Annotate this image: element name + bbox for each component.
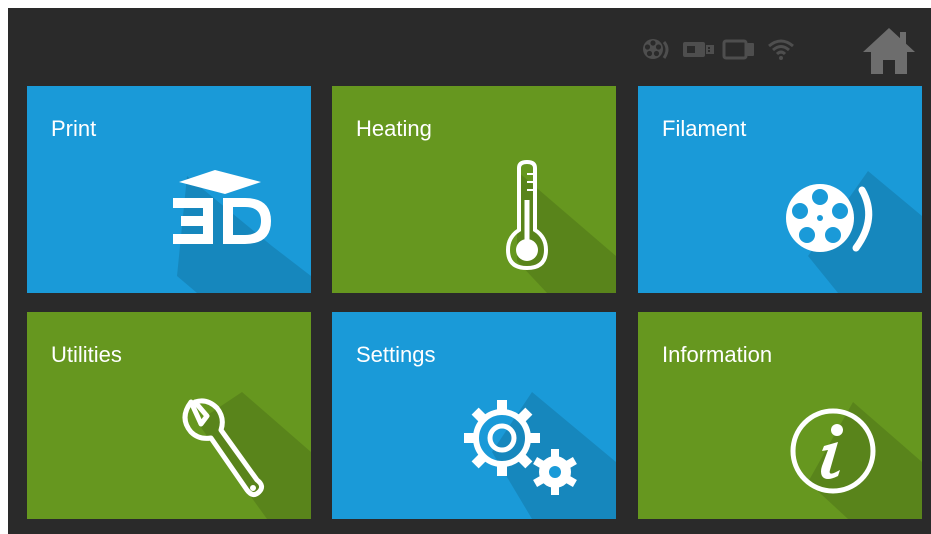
gears-icon: [464, 400, 577, 495]
info-icon: [790, 408, 876, 494]
settings-tile[interactable]: Settings: [332, 312, 616, 519]
heating-tile[interactable]: Heating: [332, 86, 616, 293]
wrench-icon: [182, 398, 265, 498]
print-label: Print: [51, 116, 97, 141]
utilities-tile[interactable]: Utilities: [27, 312, 311, 519]
filament-reel-icon: [786, 184, 873, 252]
touchscreen: Print Heating Filament Utilities Setting…: [8, 8, 931, 534]
status-bar: [8, 8, 931, 86]
information-tile[interactable]: Information: [638, 312, 922, 519]
wifi-icon: [768, 39, 794, 60]
heating-label: Heating: [356, 116, 432, 141]
thermometer-icon: [505, 160, 549, 271]
filament-tile[interactable]: Filament: [638, 86, 922, 293]
tablet-icon: [722, 39, 754, 60]
print-tile[interactable]: Print: [27, 86, 311, 293]
home-icon[interactable]: [861, 26, 917, 76]
settings-label: Settings: [356, 342, 436, 367]
3d-icon: [173, 170, 271, 244]
information-label: Information: [662, 342, 773, 367]
filament-label: Filament: [662, 116, 747, 141]
filament-status-icon: [643, 39, 669, 59]
usb-stick-icon: [683, 42, 714, 57]
utilities-label: Utilities: [51, 342, 122, 367]
